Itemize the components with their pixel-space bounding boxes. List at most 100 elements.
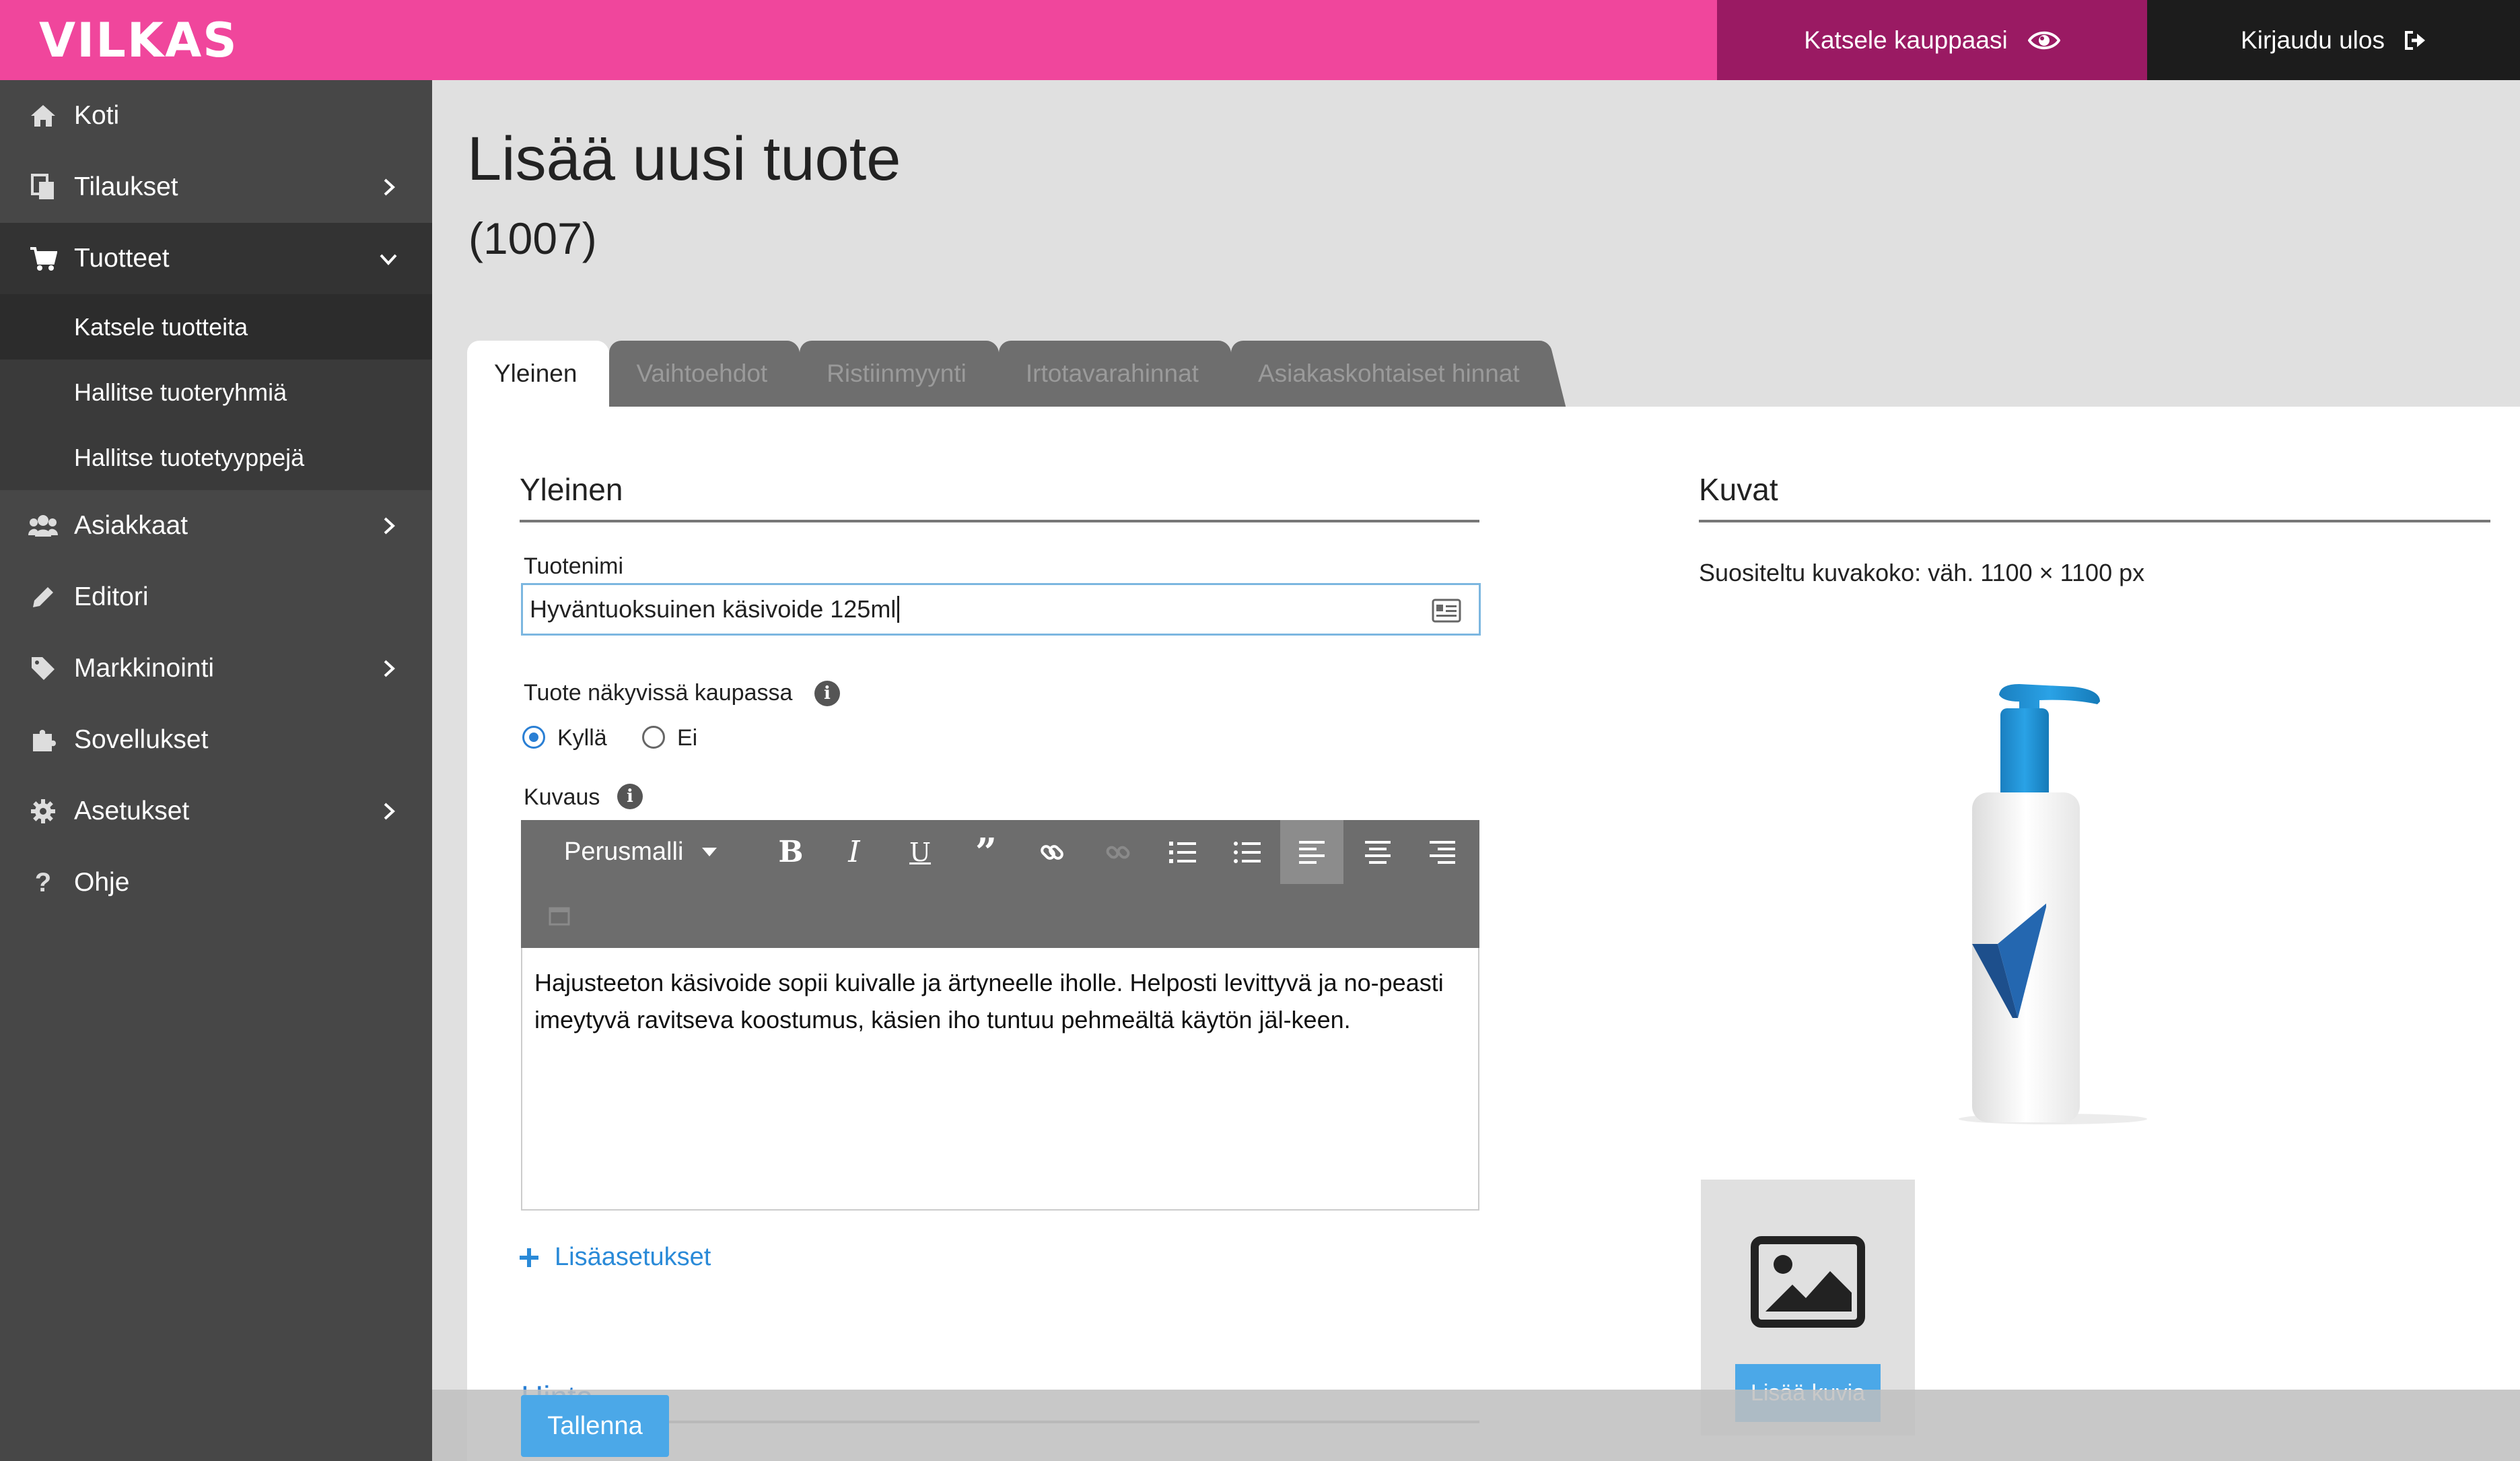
sidebar-item-label: Tuotteet — [74, 244, 170, 273]
chevron-right-icon — [384, 178, 395, 196]
sidebar-item-editori[interactable]: Editori — [0, 562, 432, 633]
sidebar-item-asetukset[interactable]: Asetukset — [0, 776, 432, 847]
view-store-button[interactable]: Katsele kauppaasi — [1717, 0, 2147, 80]
product-name-value: Hyväntuoksuinen käsivoide 125ml — [530, 595, 897, 623]
page-title: Lisää uusi tuote — [467, 125, 901, 193]
general-heading: Yleinen — [520, 471, 1479, 522]
more-settings-link[interactable]: Lisäasetukset — [520, 1243, 711, 1272]
tab-asiakaskohtaiset-hinnat[interactable]: Asiakaskohtaiset hinnat — [1230, 341, 1547, 407]
align-left-button[interactable] — [1280, 820, 1343, 884]
align-center-button[interactable] — [1346, 820, 1409, 884]
unlink-button[interactable] — [1086, 820, 1150, 884]
chevron-down-icon — [380, 254, 397, 265]
tab-yleinen[interactable]: Yleinen — [467, 341, 604, 407]
format-select[interactable]: Perusmalli — [564, 820, 718, 884]
image-icon — [1751, 1236, 1865, 1328]
pencil-icon — [28, 582, 58, 612]
orders-icon — [28, 172, 58, 202]
submenu-item-product-groups[interactable]: Hallitse tuoteryhmiä — [0, 360, 432, 425]
more-settings-label: Lisäasetukset — [555, 1243, 711, 1271]
tab-vaihtoehdot[interactable]: Vaihtoehdot — [609, 341, 795, 407]
bullet-list-button[interactable] — [1216, 820, 1279, 884]
sidebar-item-label: Sovellukset — [74, 725, 209, 754]
visible-label: Tuote näkyvissä kaupassa — [524, 680, 793, 706]
sidebar-item-markkinointi[interactable]: Markkinointi — [0, 633, 432, 704]
submenu-item-product-types[interactable]: Hallitse tuotetyyppejä — [0, 425, 432, 490]
home-icon — [28, 101, 58, 131]
product-name-label: Tuotenimi — [524, 553, 624, 579]
align-center-icon — [1365, 840, 1391, 864]
plus-icon — [520, 1248, 538, 1267]
logout-label: Kirjaudu ulos — [2241, 26, 2385, 54]
sidebar-item-label: Asiakkaat — [74, 511, 188, 540]
view-store-label: Katsele kauppaasi — [1804, 26, 2008, 54]
description-editor[interactable]: Hajusteeton käsivoide sopii kuivalle ja … — [521, 948, 1479, 1211]
logout-button[interactable]: Kirjaudu ulos — [2147, 0, 2520, 80]
sidebar-item-label: Asetukset — [74, 796, 190, 825]
align-right-button[interactable] — [1411, 820, 1474, 884]
sidebar-item-ohje[interactable]: ? Ohje — [0, 847, 432, 918]
tab-irtotavarahinnat[interactable]: Irtotavarahinnat — [998, 341, 1226, 407]
radio-yes-label: Kyllä — [557, 725, 607, 751]
italic-button[interactable]: I — [823, 820, 886, 884]
align-left-icon — [1299, 840, 1325, 864]
vilkas-logo[interactable]: VILKAS — [39, 13, 238, 68]
quote-button[interactable]: ” — [954, 820, 1018, 884]
image-size-hint: Suositeltu kuvakoko: väh. 1100 × 1100 px — [1699, 559, 2145, 586]
radio-visible-yes[interactable] — [522, 726, 545, 749]
link-button[interactable] — [1020, 820, 1084, 884]
product-image-bottle[interactable] — [1938, 675, 2167, 1139]
save-button[interactable]: Tallenna — [521, 1395, 669, 1457]
users-icon — [28, 511, 58, 541]
address-card-icon[interactable] — [1432, 599, 1461, 623]
source-icon — [549, 907, 570, 925]
gear-icon — [28, 796, 58, 826]
ordered-list-button[interactable] — [1151, 820, 1214, 884]
tab-label: Ristiinmyynti — [827, 360, 967, 387]
submenu-item-view-products[interactable]: Katsele tuotteita — [0, 294, 432, 360]
sidebar-item-tuotteet[interactable]: Tuotteet — [0, 223, 432, 294]
bold-button[interactable]: B — [759, 820, 823, 884]
source-code-button[interactable] — [528, 884, 591, 948]
description-label: Kuvaus — [524, 784, 600, 810]
sidebar: Koti Tilaukset Tuotteet Katsele tuotteit… — [0, 80, 432, 1461]
products-submenu: Katsele tuotteita Hallitse tuoteryhmiä H… — [0, 294, 432, 490]
cart-icon — [28, 244, 58, 273]
sign-out-icon — [2404, 30, 2425, 50]
sidebar-item-label: Koti — [74, 101, 120, 130]
radio-visible-no[interactable] — [642, 726, 665, 749]
tab-label: Irtotavarahinnat — [1025, 360, 1199, 387]
page-subtitle: (1007) — [468, 213, 597, 263]
ordered-list-icon — [1169, 841, 1196, 863]
chevron-right-icon — [384, 803, 395, 820]
tab-label: Vaihtoehdot — [636, 360, 768, 387]
bottom-action-bar — [432, 1390, 2520, 1461]
tab-bar: Yleinen Vaihtoehdot Ristiinmyynti Irtota… — [467, 341, 1552, 407]
images-heading: Kuvat — [1699, 471, 2490, 522]
editor-toolbar: Perusmalli B I U ” — [521, 820, 1479, 948]
sidebar-item-label: Tilaukset — [74, 172, 178, 201]
sidebar-item-sovellukset[interactable]: Sovellukset — [0, 704, 432, 776]
top-bar: VILKAS Katsele kauppaasi Kirjaudu ulos — [0, 0, 2520, 80]
tag-icon — [28, 654, 58, 683]
chevron-right-icon — [384, 660, 395, 677]
tab-ristiinmyynti[interactable]: Ristiinmyynti — [800, 341, 993, 407]
product-name-input[interactable]: Hyväntuoksuinen käsivoide 125ml — [521, 583, 1481, 636]
underline-button[interactable]: U — [888, 820, 952, 884]
info-icon[interactable]: i — [617, 784, 643, 809]
question-icon: ? — [34, 867, 52, 897]
unlink-icon — [1106, 846, 1130, 858]
sidebar-item-label: Editori — [74, 582, 149, 611]
sidebar-item-tilaukset[interactable]: Tilaukset — [0, 151, 432, 223]
sidebar-item-asiakkaat[interactable]: Asiakkaat — [0, 490, 432, 562]
tab-label: Yleinen — [494, 360, 578, 387]
sidebar-item-koti[interactable]: Koti — [0, 80, 432, 151]
info-icon[interactable]: i — [814, 681, 840, 706]
sidebar-item-label: Ohje — [74, 868, 130, 897]
tab-label: Asiakaskohtaiset hinnat — [1257, 360, 1520, 387]
format-select-value: Perusmalli — [564, 838, 684, 866]
text-caret — [897, 596, 900, 623]
chevron-right-icon — [384, 517, 395, 535]
eye-icon — [2027, 31, 2060, 49]
align-right-icon — [1430, 840, 1455, 864]
